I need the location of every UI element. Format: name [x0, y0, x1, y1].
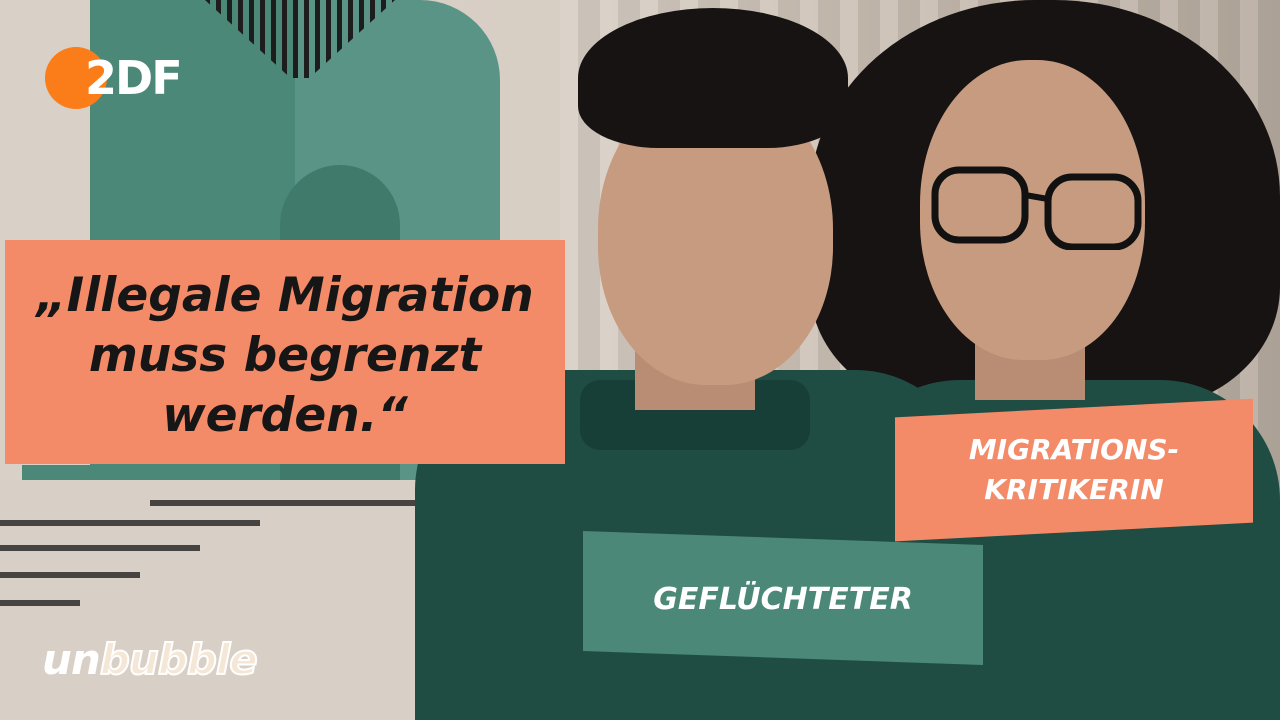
unbubble-logo-prefix: un — [42, 635, 101, 684]
quote-text: „Illegale Migration muss begrenzt werden… — [36, 268, 534, 443]
zdf-logo: 2DF — [45, 47, 195, 109]
floor-stripe — [0, 545, 200, 551]
unbubble-logo-suffix: bubble — [99, 634, 259, 685]
role-label-right: MIGRATIONS- KRITIKERIN — [968, 433, 1180, 506]
role-label-left: GEFLÜCHTETER — [653, 582, 913, 617]
video-thumbnail: 2DF „Illegale Migration muss begrenzt we… — [0, 0, 1280, 720]
floor-stripe — [0, 520, 260, 526]
glasses-icon — [931, 166, 1142, 250]
floor-stripe — [0, 600, 80, 606]
unbubble-logo: unbubble — [42, 633, 259, 687]
floor-stripe — [150, 500, 430, 506]
person-left-hair — [578, 8, 848, 148]
quote-box: „Illegale Migration muss begrenzt werden… — [5, 240, 565, 464]
floor-stripe — [0, 572, 140, 578]
zdf-logo-text: 2DF — [85, 51, 183, 105]
